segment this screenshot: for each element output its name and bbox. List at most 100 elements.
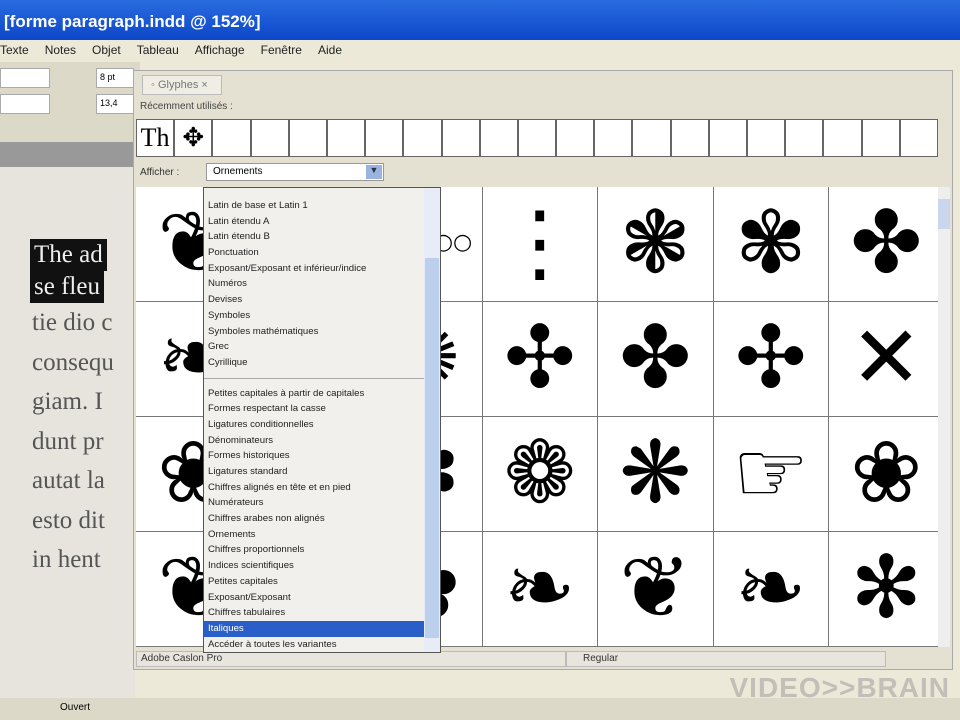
dropdown-item[interactable]: Formes historiques xyxy=(204,448,440,464)
dropdown-item[interactable]: Petites capitales à partir de capitales xyxy=(204,386,440,402)
glyph-cell[interactable]: ❧ xyxy=(713,532,829,647)
dropdown-item[interactable]: Exposant/Exposant xyxy=(204,590,440,606)
text-line[interactable]: The ad xyxy=(30,239,107,271)
dropdown-item[interactable]: Ligatures conditionnelles xyxy=(204,417,440,433)
recent-slot[interactable] xyxy=(670,119,709,157)
dropdown-item[interactable]: Petites capitales xyxy=(204,574,440,590)
dropdown-item[interactable]: Dénominateurs xyxy=(204,433,440,449)
dropdown-item[interactable]: Exposant/Exposant et inférieur/indice xyxy=(204,261,440,277)
glyph-cell[interactable]: ❋ xyxy=(598,417,714,532)
font-field[interactable] xyxy=(0,68,50,88)
menu-tableau[interactable]: Tableau xyxy=(137,43,179,62)
glyph-cell[interactable]: ❧ xyxy=(482,532,598,647)
title-bar: [forme paragraph.indd @ 152%] xyxy=(0,0,960,40)
text-line[interactable]: consequ xyxy=(0,343,135,383)
dropdown-item[interactable]: Cyrillique xyxy=(204,355,440,371)
document-page[interactable]: The ad se fleu tie dio c consequ giam. I… xyxy=(0,142,135,702)
font-select[interactable]: Adobe Caslon Pro xyxy=(136,651,566,667)
dropdown-item[interactable]: Chiffres alignés en tête et en pied xyxy=(204,480,440,496)
recent-slot[interactable] xyxy=(861,119,900,157)
dropdown-item[interactable]: Ponctuation xyxy=(204,245,440,261)
tab-glyphs[interactable]: ◦ Glyphes × xyxy=(142,75,222,95)
dropdown-item[interactable]: Numéros xyxy=(204,276,440,292)
recent-glyph[interactable]: ✥ xyxy=(174,119,213,157)
menu-texte[interactable]: Texte xyxy=(0,43,29,62)
text-line[interactable]: se fleu xyxy=(30,271,104,303)
recent-glyphs: Th ✥ xyxy=(136,119,938,157)
glyph-cell[interactable]: ✻ xyxy=(829,532,945,647)
recent-slot[interactable] xyxy=(212,119,251,157)
glyph-cell[interactable]: ✤ xyxy=(598,302,714,417)
glyph-cell[interactable]: ⋮ xyxy=(482,187,598,302)
recent-slot[interactable] xyxy=(632,119,671,157)
dropdown-item[interactable]: Indices scientifiques xyxy=(204,558,440,574)
glyph-cell[interactable]: ☞ xyxy=(713,417,829,532)
glyph-cell[interactable]: ✕ xyxy=(829,302,945,417)
dropdown-item[interactable]: Numérateurs xyxy=(204,495,440,511)
recent-slot[interactable] xyxy=(403,119,442,157)
recent-slot[interactable] xyxy=(556,119,595,157)
glyph-cell[interactable]: ✣ xyxy=(482,302,598,417)
style-select[interactable]: Regular xyxy=(566,651,886,667)
dropdown-item[interactable]: Ligatures standard xyxy=(204,464,440,480)
dropdown-scrollbar[interactable] xyxy=(424,188,440,652)
recent-slot[interactable] xyxy=(708,119,747,157)
glyph-cell[interactable]: ✣ xyxy=(713,302,829,417)
dropdown-item[interactable]: Formes respectant la casse xyxy=(204,401,440,417)
dropdown-item[interactable]: Ornements xyxy=(204,527,440,543)
dropdown-item[interactable]: Chiffres proportionnels xyxy=(204,542,440,558)
menu-notes[interactable]: Notes xyxy=(45,43,76,62)
font-size-field[interactable]: 8 pt xyxy=(96,68,134,88)
dropdown-item[interactable]: Symboles xyxy=(204,308,440,324)
dropdown-item[interactable]: Latin de base et Latin 1 xyxy=(204,198,440,214)
menu-fenetre[interactable]: Fenêtre xyxy=(261,43,302,62)
recent-slot[interactable] xyxy=(517,119,557,157)
pasteboard xyxy=(0,142,135,167)
recent-slot[interactable] xyxy=(479,119,518,157)
dropdown-item[interactable]: Latin étendu A xyxy=(204,214,440,230)
recent-slot[interactable] xyxy=(326,119,366,157)
leading-field[interactable]: 13,4 xyxy=(96,94,134,114)
scroll-thumb[interactable] xyxy=(938,199,950,229)
scroll-thumb[interactable] xyxy=(425,258,439,638)
recent-slot[interactable] xyxy=(288,119,327,157)
dropdown-item[interactable]: Chiffres tabulaires xyxy=(204,605,440,621)
text-line[interactable]: autat la xyxy=(0,461,135,501)
recent-slot[interactable] xyxy=(823,119,862,157)
text-line[interactable]: giam. I xyxy=(0,382,135,422)
text-line[interactable]: dunt pr xyxy=(0,422,135,462)
menu-aide[interactable]: Aide xyxy=(318,43,342,62)
glyph-cell[interactable]: ❁ xyxy=(482,417,598,532)
glyph-cell[interactable]: ✾ xyxy=(713,187,829,302)
menu-affichage[interactable]: Affichage xyxy=(195,43,245,62)
dropdown-item[interactable]: Accéder à toutes les variantes xyxy=(204,637,440,652)
dropdown-item[interactable]: Symboles mathématiques xyxy=(204,324,440,340)
glyph-cell[interactable]: ❦ xyxy=(598,532,714,647)
text-line[interactable]: in hent xyxy=(0,540,135,580)
dropdown-item[interactable]: Chiffres arabes non alignés xyxy=(204,511,440,527)
separator xyxy=(204,377,440,379)
recent-slot[interactable] xyxy=(594,119,633,157)
show-dropdown-list: Latin de base et Latin 1 Latin étendu A La… xyxy=(203,187,441,653)
recent-slot[interactable] xyxy=(747,119,786,157)
recent-slot[interactable] xyxy=(441,119,480,157)
text-line[interactable]: esto dit xyxy=(0,501,135,541)
menu-objet[interactable]: Objet xyxy=(92,43,121,62)
glyph-cell[interactable]: ✤ xyxy=(829,187,945,302)
glyph-cell[interactable]: ❀ xyxy=(829,417,945,532)
recent-slot[interactable] xyxy=(365,119,404,157)
glyph-scrollbar[interactable] xyxy=(938,187,950,647)
dropdown-item[interactable]: Latin étendu B xyxy=(204,229,440,245)
dropdown-item-selected[interactable]: Italiques xyxy=(204,620,440,637)
recent-glyph[interactable]: Th xyxy=(136,119,175,157)
style-field[interactable] xyxy=(0,94,50,114)
recent-slot[interactable] xyxy=(899,119,938,157)
glyph-cell[interactable]: ❃ xyxy=(598,187,714,302)
chevron-down-icon[interactable]: ▼ xyxy=(366,165,382,179)
dropdown-item[interactable]: Devises xyxy=(204,292,440,308)
text-line[interactable]: tie dio c xyxy=(0,303,135,343)
recent-slot[interactable] xyxy=(250,119,289,157)
show-select[interactable]: Ornements ▼ xyxy=(206,163,384,181)
recent-slot[interactable] xyxy=(785,119,824,157)
dropdown-item[interactable]: Grec xyxy=(204,339,440,355)
